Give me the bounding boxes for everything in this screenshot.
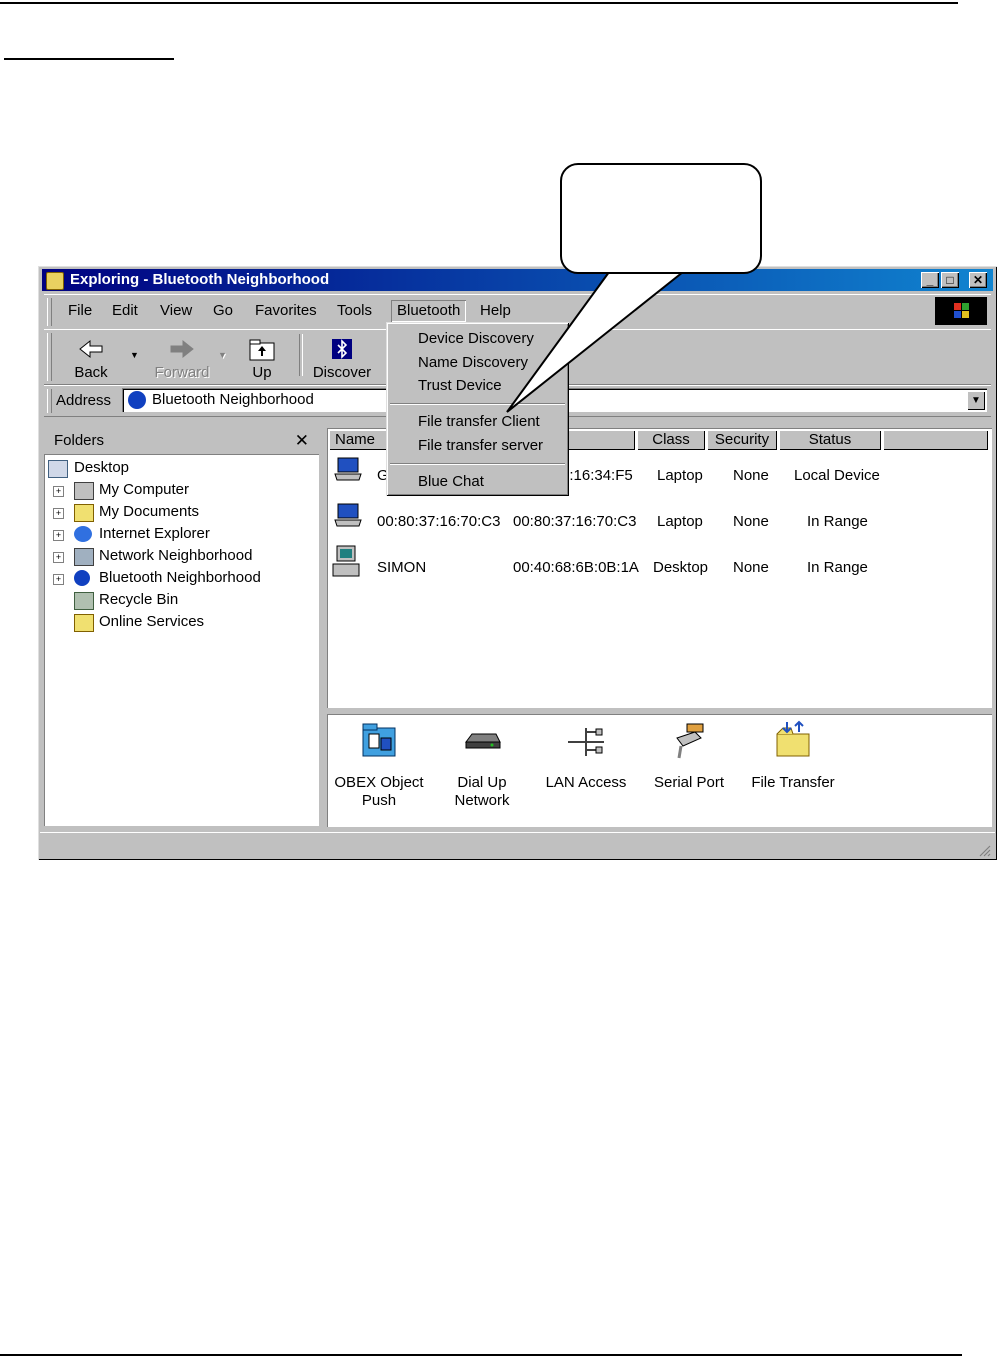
callout-box [560, 163, 762, 274]
callout-cover [614, 266, 686, 270]
callout-pointer [506, 267, 689, 413]
